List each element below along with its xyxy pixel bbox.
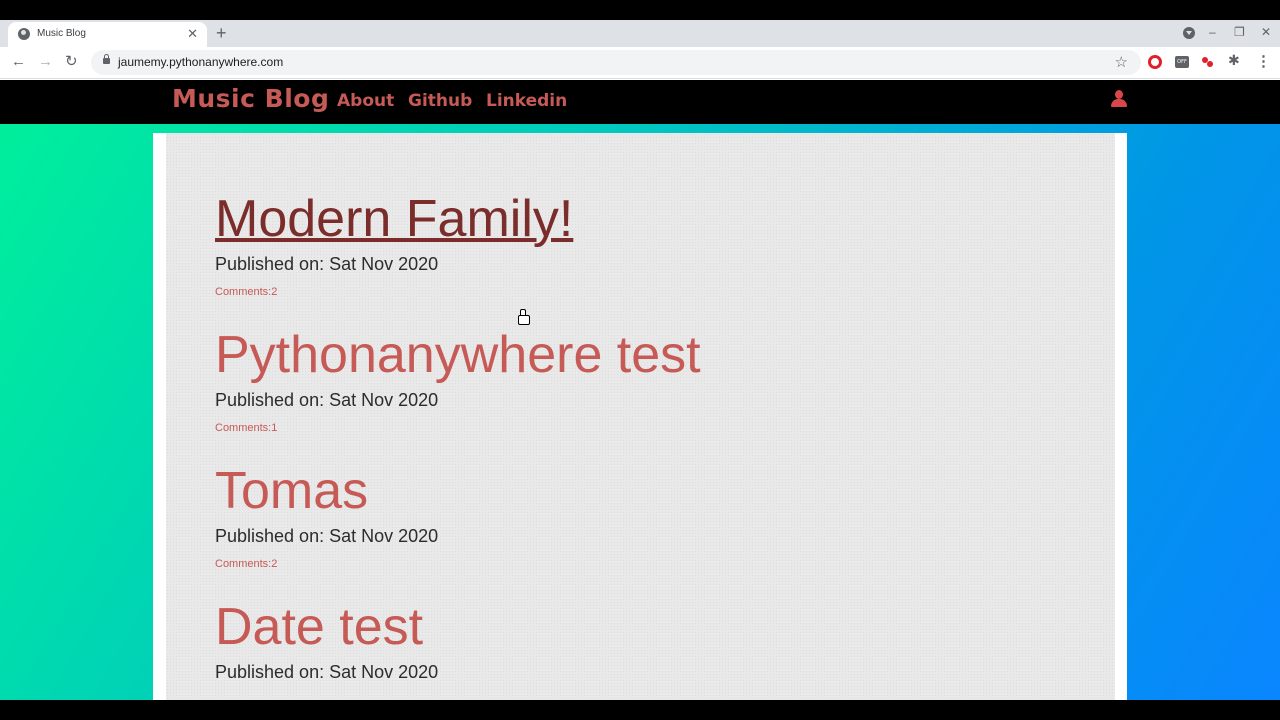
minimize-button[interactable]: – <box>1209 24 1216 40</box>
content-card: Modern Family! Published on: Sat Nov 202… <box>153 133 1127 700</box>
post-item: Tomas Published on: Sat Nov 2020 Comment… <box>215 461 438 570</box>
browser-window: Music Blog ✕ + – ❐ ✕ ← → ↻ jaumemy.pytho… <box>0 20 1280 700</box>
address-bar[interactable]: jaumemy.pythonanywhere.com ☆ <box>91 50 1141 75</box>
browser-menu-icon[interactable]: ⋮ <box>1256 52 1271 70</box>
new-tab-button[interactable]: + <box>216 23 227 43</box>
post-title-link[interactable]: Date test <box>215 597 438 657</box>
post-title-link[interactable]: Modern Family! <box>215 189 573 249</box>
user-icon[interactable] <box>1110 90 1128 108</box>
back-arrow-icon[interactable]: ← <box>11 53 26 71</box>
opera-extension-icon[interactable] <box>1148 55 1162 69</box>
window-close-button[interactable]: ✕ <box>1261 24 1271 40</box>
post-title-link[interactable]: Pythonanywhere test <box>215 325 701 385</box>
post-comments-link[interactable]: Comments:1 <box>215 422 701 434</box>
close-icon[interactable]: ✕ <box>187 26 198 42</box>
reload-icon[interactable]: ↻ <box>65 53 78 71</box>
post-date: Published on: Sat Nov 2020 <box>215 390 439 410</box>
post-list: Modern Family! Published on: Sat Nov 202… <box>166 133 1115 700</box>
globe-icon <box>18 28 30 40</box>
tab-search-icon[interactable] <box>1183 27 1195 39</box>
post-title-link[interactable]: Tomas <box>215 461 438 521</box>
nav-about[interactable]: About <box>337 91 394 111</box>
nav-github[interactable]: Github <box>408 91 472 111</box>
post-comments-link[interactable]: Comments:2 <box>215 558 438 570</box>
tab-title: Music Blog <box>37 28 86 39</box>
post-item: Pythonanywhere test Published on: Sat No… <box>215 325 701 434</box>
post-date: Published on: Sat Nov 2020 <box>215 254 439 274</box>
nav-linkedin[interactable]: Linkedin <box>486 91 567 111</box>
post-item: Date test Published on: Sat Nov 2020 <box>215 597 438 683</box>
post-comments-link[interactable]: Comments:2 <box>215 286 573 298</box>
site-brand[interactable]: Music Blog <box>172 84 329 113</box>
tab-music-blog[interactable]: Music Blog ✕ <box>8 22 207 47</box>
lock-icon <box>103 54 110 64</box>
site-navbar: Music Blog About Github Linkedin <box>0 80 1280 124</box>
post-item: Modern Family! Published on: Sat Nov 202… <box>215 189 573 298</box>
off-extension-icon[interactable]: OFF <box>1175 56 1189 68</box>
post-date: Published on: Sat Nov 2020 <box>215 526 439 546</box>
restore-button[interactable]: ❐ <box>1234 24 1245 40</box>
browser-toolbar: ← → ↻ jaumemy.pythonanywhere.com ☆ OFF ✱… <box>0 47 1280 79</box>
hand-cursor-icon <box>517 309 530 325</box>
bookmark-star-icon[interactable]: ☆ <box>1115 53 1128 71</box>
post-date: Published on: Sat Nov 2020 <box>215 662 439 682</box>
tab-strip: Music Blog ✕ + – ❐ ✕ <box>0 20 1280 47</box>
url-text[interactable]: jaumemy.pythonanywhere.com <box>118 55 283 69</box>
red-extension-icon[interactable] <box>1202 57 1214 67</box>
extensions-puzzle-icon[interactable]: ✱ <box>1228 52 1240 69</box>
forward-arrow-icon[interactable]: → <box>38 53 53 71</box>
page-viewport: Music Blog About Github Linkedin Modern … <box>0 80 1280 700</box>
